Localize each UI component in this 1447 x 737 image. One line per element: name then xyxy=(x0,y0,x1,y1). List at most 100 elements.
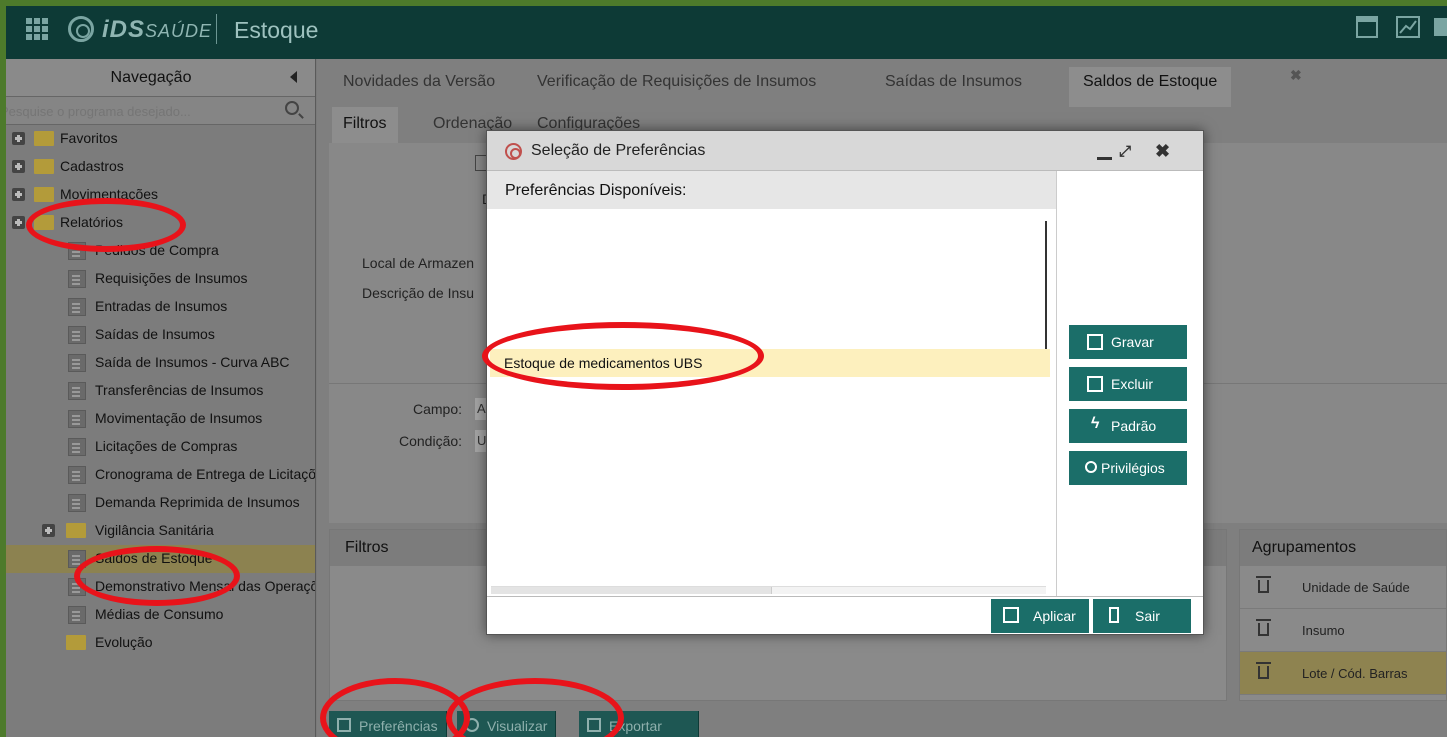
expand-icon[interactable] xyxy=(12,132,25,145)
brand-logo: iDSSAÚDE xyxy=(102,16,213,43)
report-icon xyxy=(68,606,86,624)
dialog-title: Seleção de Preferências xyxy=(531,142,706,159)
tree-item-movimentacoes[interactable]: Movimentações xyxy=(6,181,315,209)
tab-verificacao[interactable]: Verificação de Requisições de Insumos xyxy=(537,73,816,91)
descricao-insumo-label: Descrição de Insu xyxy=(362,285,475,301)
expand-icon[interactable] xyxy=(42,524,55,537)
tree-item-licitacoes[interactable]: Licitações de Compras xyxy=(6,433,315,461)
agrupamento-row[interactable]: Insumo xyxy=(1240,609,1446,652)
save-icon xyxy=(1003,607,1019,623)
tree-item-evolucao[interactable]: Evolução xyxy=(6,629,315,657)
tree-item-saldos-de-estoque[interactable]: Saldos de Estoque xyxy=(6,545,315,573)
report-icon xyxy=(68,270,86,288)
tree-item-demonstrativo-mensal[interactable]: Demonstrativo Mensal das Operações xyxy=(6,573,315,601)
trash-icon[interactable] xyxy=(1256,576,1271,593)
exit-icon xyxy=(1109,607,1119,623)
gravar-button[interactable]: Gravar xyxy=(1069,325,1187,359)
tree-item-medias-de-consumo[interactable]: Médias de Consumo xyxy=(6,601,315,629)
search-icon[interactable] xyxy=(285,101,299,115)
excluir-button[interactable]: Excluir xyxy=(1069,367,1187,401)
tree-label: Movimentações xyxy=(60,186,159,202)
vertical-scrollbar[interactable] xyxy=(1045,221,1047,351)
privilegios-button[interactable]: Privilégios xyxy=(1069,451,1187,485)
tree-item-relatorios[interactable]: Relatórios xyxy=(6,209,315,237)
tree-item-requisicoes-de-insumos[interactable]: Requisições de Insumos xyxy=(6,265,315,293)
apps-grid-icon[interactable] xyxy=(26,18,48,40)
calendar-icon[interactable] xyxy=(1356,16,1378,38)
visualizar-button[interactable]: Visualizar xyxy=(457,711,557,737)
tree-item-cadastros[interactable]: Cadastros xyxy=(6,153,315,181)
sidebar-header: Navegação xyxy=(6,59,315,97)
tree-item-curva-abc[interactable]: Saída de Insumos - Curva ABC xyxy=(6,349,315,377)
close-icon[interactable]: ✖ xyxy=(1155,141,1170,162)
tree-item-transferencias[interactable]: Transferências de Insumos xyxy=(6,377,315,405)
app-logo-icon xyxy=(505,143,522,160)
tree-item-favoritos[interactable]: Favoritos xyxy=(6,125,315,153)
tree-item-vigilancia-sanitaria[interactable]: Vigilância Sanitária xyxy=(6,517,315,545)
subtab-filtros[interactable]: Filtros xyxy=(332,107,398,143)
tree-label: Licitações de Compras xyxy=(95,438,238,454)
agrupamento-row[interactable]: Lote / Cód. Barras xyxy=(1240,652,1446,695)
agrupamento-label: Insumo xyxy=(1302,623,1345,638)
tree-label: Saídas de Insumos xyxy=(95,326,215,342)
preferences-list: Preferências Disponíveis: Estoque de med… xyxy=(487,171,1057,596)
chart-icon[interactable] xyxy=(1396,16,1420,38)
tree-label: Entradas de Insumos xyxy=(95,298,228,314)
tree-item-demanda-reprimida[interactable]: Demanda Reprimida de Insumos xyxy=(6,489,315,517)
sair-button[interactable]: Sair xyxy=(1093,599,1191,633)
tree-item-cronograma[interactable]: Cronograma de Entrega de Licitações xyxy=(6,461,315,489)
mail-icon[interactable] xyxy=(1434,18,1447,36)
collapse-icon[interactable] xyxy=(12,216,25,229)
tree-label: Saída de Insumos - Curva ABC xyxy=(95,354,290,370)
minimize-icon[interactable] xyxy=(1097,157,1112,160)
tree-item-movimentacao-de-insumos[interactable]: Movimentação de Insumos xyxy=(6,405,315,433)
trash-icon[interactable] xyxy=(1256,619,1271,636)
folder-icon xyxy=(66,635,86,650)
agrupamentos-title: Agrupamentos xyxy=(1240,530,1446,566)
key-icon xyxy=(1085,461,1097,473)
tree-item-pedidos-de-compra[interactable]: Pedidos de Compra xyxy=(6,237,315,265)
program-search-input[interactable] xyxy=(6,100,275,122)
module-title: Estoque xyxy=(234,17,319,43)
report-icon xyxy=(68,326,86,344)
tree-label: Vigilância Sanitária xyxy=(95,522,214,538)
bolt-icon: ϟ xyxy=(1091,415,1100,432)
trash-icon[interactable] xyxy=(1256,662,1271,679)
expand-icon[interactable] xyxy=(12,160,25,173)
agrupamentos-panel: Agrupamentos Unidade de Saúde Insumo Lot… xyxy=(1239,529,1447,701)
condicao-label: Condição: xyxy=(399,433,463,449)
tree-label: Requisições de Insumos xyxy=(95,270,248,286)
local-armazenamento-label: Local de Armazen xyxy=(362,255,475,271)
collapse-sidebar-icon[interactable] xyxy=(290,71,297,83)
horizontal-scrollbar[interactable] xyxy=(491,586,1046,594)
preferencias-button[interactable]: Preferências xyxy=(329,711,447,737)
preference-item[interactable]: Estoque de medicamentos UBS xyxy=(490,349,1050,377)
folder-icon xyxy=(34,159,54,174)
tree-label: Saldos de Estoque xyxy=(95,550,213,566)
folder-icon xyxy=(34,131,54,146)
tree-item-entradas-de-insumos[interactable]: Entradas de Insumos xyxy=(6,293,315,321)
preferences-list-header: Preferências Disponíveis: xyxy=(487,171,1056,209)
agrupamento-label: Unidade de Saúde xyxy=(1302,580,1410,595)
app-window: iDSSAÚDE Estoque Navegação Favoritos xyxy=(6,6,1447,737)
tree-label: Evolução xyxy=(95,634,153,650)
close-tab-icon[interactable]: ✖ xyxy=(1290,67,1302,84)
tab-saidas[interactable]: Saídas de Insumos xyxy=(885,73,1022,91)
padrao-button[interactable]: ϟ Padrão xyxy=(1069,409,1187,443)
report-icon xyxy=(68,494,86,512)
tab-saldos-de-estoque[interactable]: Saldos de Estoque xyxy=(1069,67,1232,107)
copy-icon xyxy=(337,718,351,732)
agrupamento-row[interactable]: Unidade de Saúde xyxy=(1240,566,1446,609)
maximize-icon[interactable]: ⤢ xyxy=(1119,143,1131,160)
preferences-dialog: Seleção de Preferências ⤢ ✖ Preferências… xyxy=(486,130,1204,635)
expand-icon[interactable] xyxy=(12,188,25,201)
aplicar-button[interactable]: Aplicar xyxy=(991,599,1089,633)
exportar-button[interactable]: Exportar xyxy=(579,711,699,737)
top-header: iDSSAÚDE Estoque xyxy=(6,6,1447,59)
tab-novidades[interactable]: Novidades da Versão xyxy=(343,73,495,91)
search-icon xyxy=(465,718,479,732)
report-icon xyxy=(68,298,86,316)
tree-item-saidas-de-insumos[interactable]: Saídas de Insumos xyxy=(6,321,315,349)
dialog-actions: Gravar Excluir ϟ Padrão Privilégios xyxy=(1063,171,1203,596)
logo-icon xyxy=(68,16,94,42)
